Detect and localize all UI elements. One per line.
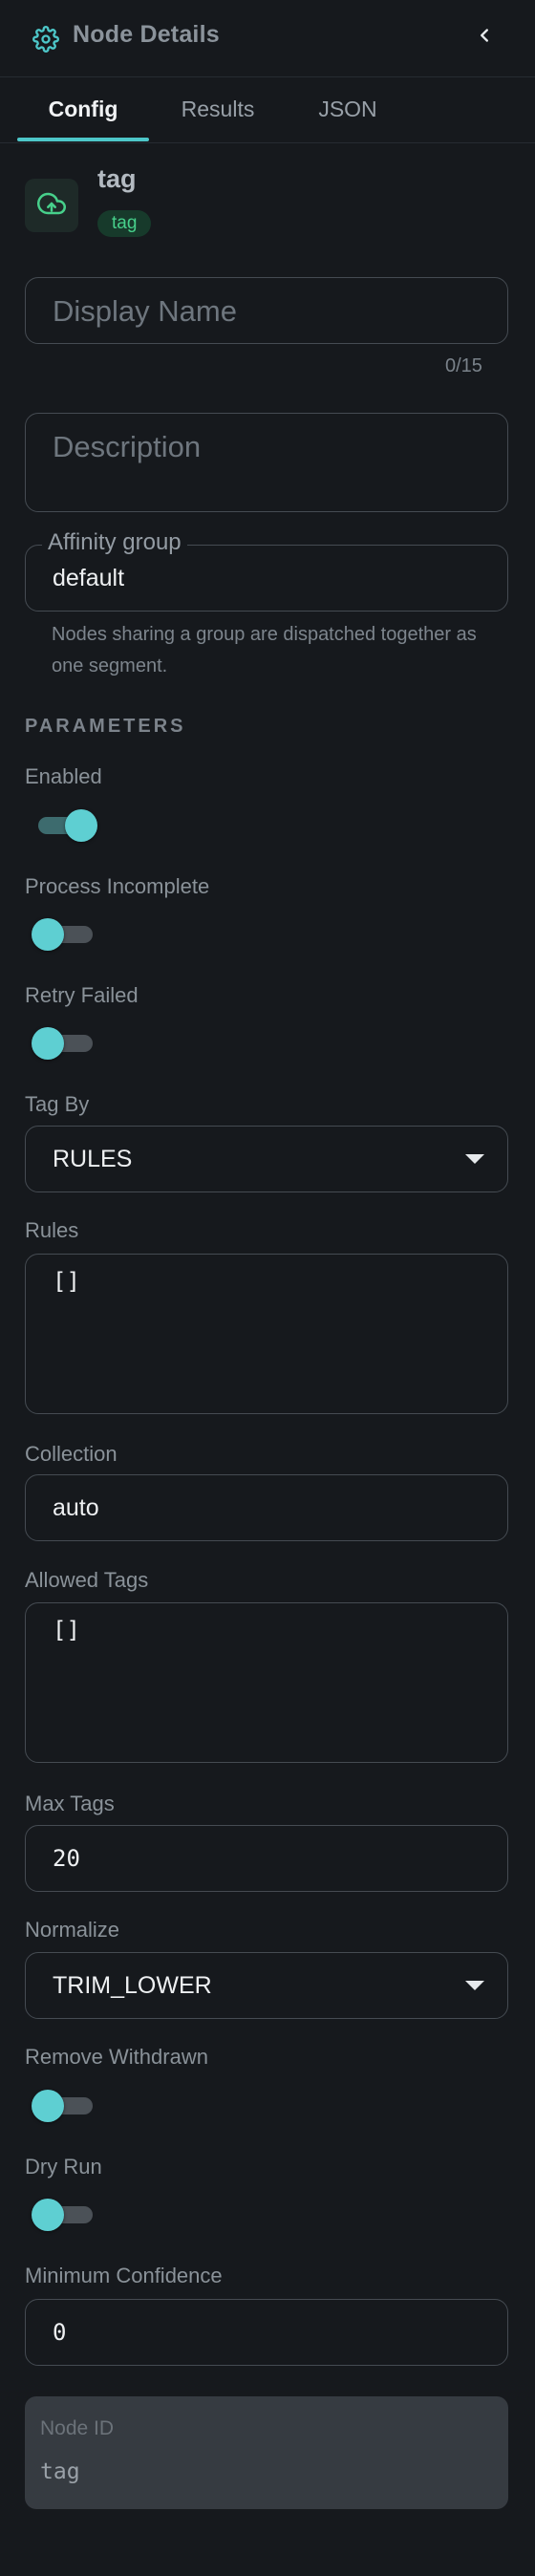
toggle-knob [65, 809, 97, 842]
display-name-counter: 0/15 [445, 355, 482, 376]
retry-failed-toggle[interactable] [32, 1026, 102, 1061]
retry-failed-label: Retry Failed [25, 983, 139, 1007]
collection-value: auto [53, 1494, 99, 1521]
toggle-knob [32, 918, 64, 951]
node-name: tag [97, 164, 137, 193]
allowed-tags-textarea[interactable]: [] [25, 1602, 508, 1763]
display-name-input[interactable]: Display Name [25, 277, 508, 344]
remove-withdrawn-toggle[interactable] [32, 2089, 102, 2123]
tag-by-label: Tag By [25, 1092, 90, 1116]
normalize-value: TRIM_LOWER [53, 1972, 212, 1999]
dropdown-arrow-icon [465, 1154, 484, 1164]
collection-input[interactable]: auto [25, 1474, 508, 1541]
collapse-panel-button[interactable] [468, 21, 501, 54]
node-id-value: tag [40, 2459, 80, 2484]
normalize-label: Normalize [25, 1918, 120, 1942]
max-tags-value: 20 [53, 1845, 80, 1872]
affinity-group-label: Affinity group [42, 529, 187, 556]
affinity-group-value: default [53, 565, 125, 591]
dropdown-arrow-icon [465, 1981, 484, 1990]
max-tags-label: Max Tags [25, 1792, 115, 1815]
rules-textarea[interactable]: [] [25, 1254, 508, 1414]
node-id-field: Node ID tag [25, 2396, 508, 2509]
panel-title: Node Details [73, 21, 220, 48]
tag-by-select[interactable]: RULES [25, 1126, 508, 1192]
remove-withdrawn-label: Remove Withdrawn [25, 2045, 208, 2069]
gear-icon [32, 26, 59, 53]
description-textarea[interactable]: Description [25, 413, 508, 512]
affinity-group-helper: Nodes sharing a group are dispatched tog… [52, 624, 477, 676]
tag-by-value: RULES [53, 1146, 133, 1172]
node-type-badge: tag [97, 210, 152, 237]
allowed-tags-value: [] [53, 1617, 80, 1643]
rules-label: Rules [25, 1218, 79, 1242]
dry-run-label: Dry Run [25, 2155, 102, 2179]
node-type-icon-box [25, 179, 78, 232]
minimum-confidence-input[interactable]: 0 [25, 2299, 508, 2366]
toggle-knob [32, 2199, 64, 2231]
cloud-upload-icon [37, 189, 66, 223]
node-details-panel: Node Details Config Results JSON tag tag [0, 0, 535, 2576]
tab-config[interactable]: Config [17, 77, 149, 140]
allowed-tags-label: Allowed Tags [25, 1568, 149, 1592]
enabled-label: Enabled [25, 764, 102, 788]
active-tab-indicator [17, 138, 149, 141]
normalize-select[interactable]: TRIM_LOWER [25, 1952, 508, 2019]
parameters-heading: PARAMETERS [25, 716, 186, 737]
process-incomplete-label: Process Incomplete [25, 874, 210, 898]
dry-run-toggle[interactable] [32, 2198, 102, 2232]
minimum-confidence-label: Minimum Confidence [25, 2264, 223, 2287]
collection-label: Collection [25, 1442, 118, 1466]
toggle-knob [32, 1027, 64, 1060]
tab-bar: Config Results JSON [0, 77, 535, 143]
panel-header: Node Details [0, 0, 535, 77]
toggle-knob [32, 2090, 64, 2122]
tab-json[interactable]: JSON [287, 77, 409, 140]
enabled-toggle[interactable] [29, 808, 99, 843]
node-id-label: Node ID [40, 2417, 115, 2439]
rules-value: [] [53, 1268, 80, 1295]
chevron-left-icon [474, 25, 495, 51]
minimum-confidence-value: 0 [53, 2319, 67, 2346]
process-incomplete-toggle[interactable] [32, 917, 102, 952]
display-name-placeholder: Display Name [53, 294, 237, 328]
tab-results[interactable]: Results [159, 77, 277, 140]
max-tags-input[interactable]: 20 [25, 1825, 508, 1892]
description-placeholder: Description [53, 430, 202, 463]
